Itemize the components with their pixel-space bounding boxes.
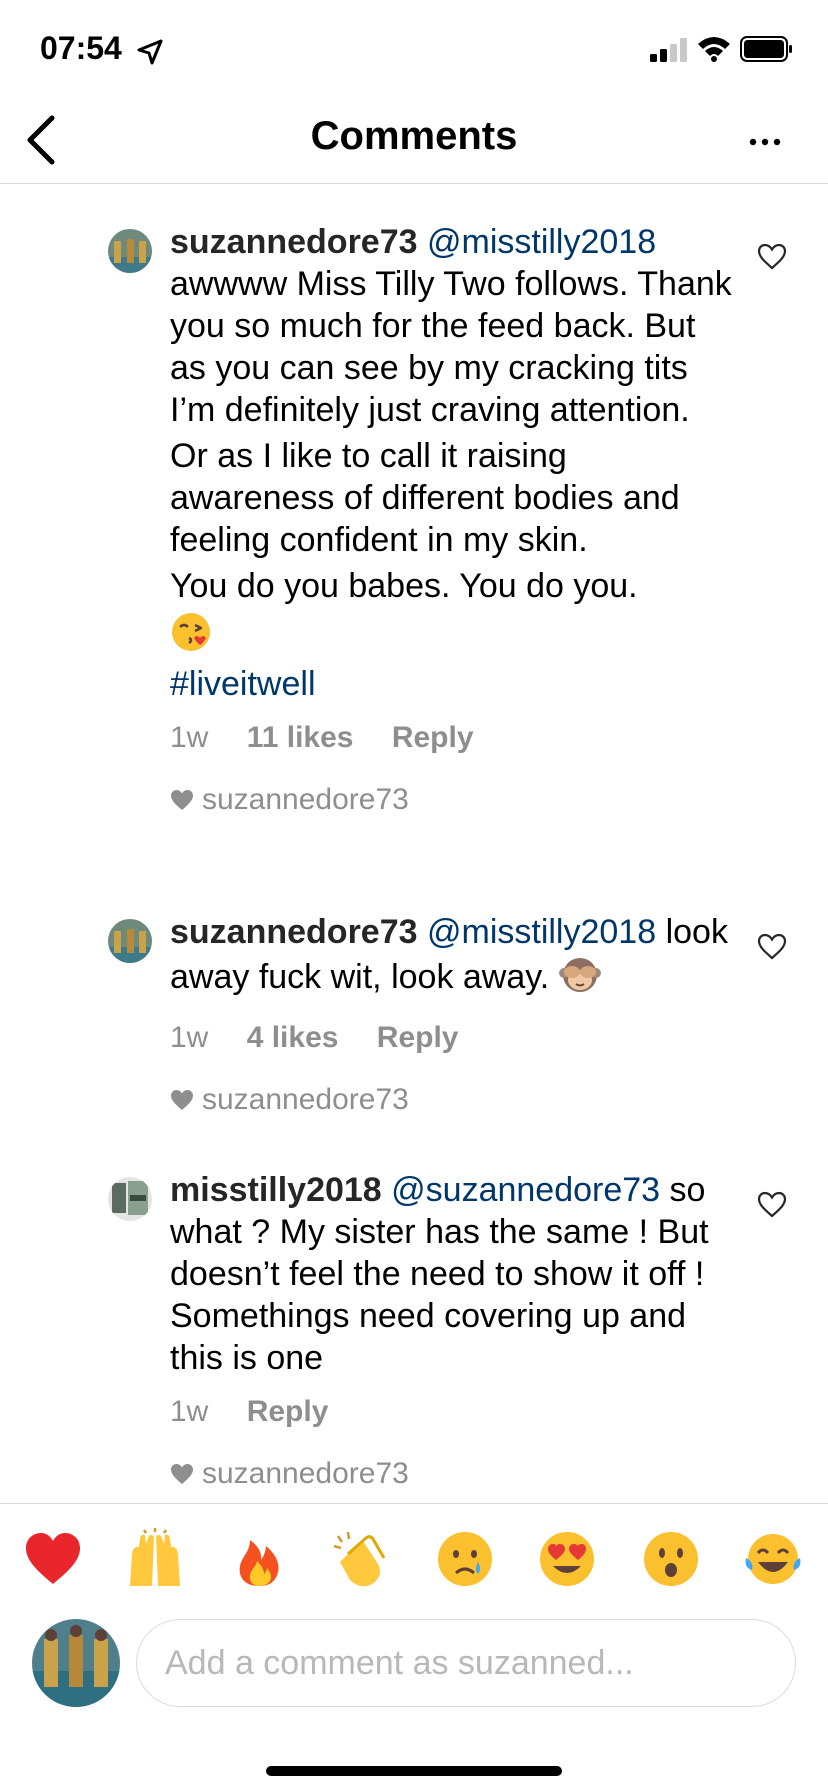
page-title: Comments [310, 114, 518, 158]
surprised-face-icon[interactable] [640, 1528, 702, 1590]
liked-by-author: suzannedore73 [170, 1083, 740, 1117]
comment-text: misstilly2018 @suzannedore73 so what ? M… [170, 1169, 740, 1379]
see-no-evil-monkey-emoji-icon [558, 953, 601, 1005]
wifi-icon [698, 37, 730, 62]
comment-body: suzannedore73 @misstilly2018 awwww Miss … [170, 221, 740, 817]
comment-mention[interactable]: @misstilly2018 [427, 223, 656, 261]
liked-by-username: suzannedore73 [202, 1457, 409, 1490]
comment-time: 1w [170, 721, 209, 754]
comment-composer [0, 1615, 828, 1715]
comment-mention[interactable]: @suzannedore73 [391, 1171, 660, 1209]
more-options-icon[interactable] [740, 124, 790, 160]
comment-paragraph: You do you babes. You do you. [170, 567, 638, 605]
comment-hashtag[interactable]: #liveitwell [170, 663, 740, 705]
comment-likes[interactable]: 11 likes [247, 721, 354, 754]
comment-input[interactable] [136, 1619, 796, 1707]
cellular-signal-icon [650, 38, 687, 62]
status-time: 07:54 [40, 30, 122, 66]
home-indicator[interactable] [266, 1766, 562, 1776]
current-user-avatar[interactable] [32, 1619, 120, 1707]
small-heart-icon [171, 1464, 193, 1484]
liked-by-username: suzannedore73 [202, 783, 409, 816]
comment-username[interactable]: misstilly2018 [170, 1171, 382, 1209]
commenter-avatar[interactable] [108, 1177, 152, 1221]
fire-icon[interactable] [228, 1528, 290, 1590]
comment-body: misstilly2018 @suzannedore73 so what ? M… [170, 1169, 740, 1491]
comment-likes[interactable]: 4 likes [247, 1021, 339, 1054]
liked-by-username: suzannedore73 [202, 1083, 409, 1116]
comment-paragraph: awwww Miss Tilly Two follows. Thank you … [170, 265, 732, 429]
status-bar: 07:54 [0, 0, 828, 100]
comment-text: suzannedore73 @misstilly2018 awwww Miss … [170, 221, 740, 705]
small-heart-icon [171, 790, 193, 810]
red-heart-icon[interactable] [22, 1528, 84, 1590]
reply-button[interactable]: Reply [377, 1021, 459, 1054]
reply-button[interactable]: Reply [247, 1395, 329, 1428]
comment-meta: 1w 4 likes Reply [170, 1021, 740, 1061]
comment-time: 1w [170, 1395, 209, 1428]
crying-face-icon[interactable] [434, 1528, 496, 1590]
small-heart-icon [171, 1090, 193, 1110]
like-heart-icon[interactable] [756, 931, 788, 961]
like-heart-icon[interactable] [756, 1189, 788, 1219]
kissing-heart-emoji-icon [170, 611, 212, 663]
comment-meta: 1w 11 likes Reply [170, 721, 740, 761]
emoji-quick-bar [0, 1503, 828, 1615]
navigation-header: Comments [0, 100, 828, 184]
commenter-avatar[interactable] [108, 229, 152, 273]
tears-of-joy-icon[interactable] [742, 1528, 804, 1590]
like-heart-icon[interactable] [756, 241, 788, 271]
comment-username[interactable]: suzannedore73 [170, 913, 418, 951]
liked-by-author: suzannedore73 [170, 783, 740, 817]
liked-by-author: suzannedore73 [170, 1457, 740, 1491]
comment-time: 1w [170, 1021, 209, 1054]
comment-text: suzannedore73 @misstilly2018 look away f… [170, 911, 740, 1005]
location-arrow-icon [137, 39, 163, 65]
comment-paragraph: Or as I like to call it raising awarenes… [170, 437, 680, 559]
clapping-hands-icon[interactable] [330, 1528, 392, 1590]
comment-meta: 1w Reply [170, 1395, 740, 1435]
comment-body: suzannedore73 @misstilly2018 look away f… [170, 911, 740, 1117]
battery-icon [740, 36, 792, 62]
comments-list: suzannedore73 @misstilly2018 awwww Miss … [0, 185, 828, 1503]
comment-username[interactable]: suzannedore73 [170, 223, 418, 261]
commenter-avatar[interactable] [108, 919, 152, 963]
raising-hands-icon[interactable] [124, 1528, 186, 1590]
heart-eyes-icon[interactable] [536, 1528, 598, 1590]
comment-mention[interactable]: @misstilly2018 [427, 913, 656, 951]
reply-button[interactable]: Reply [392, 721, 474, 754]
